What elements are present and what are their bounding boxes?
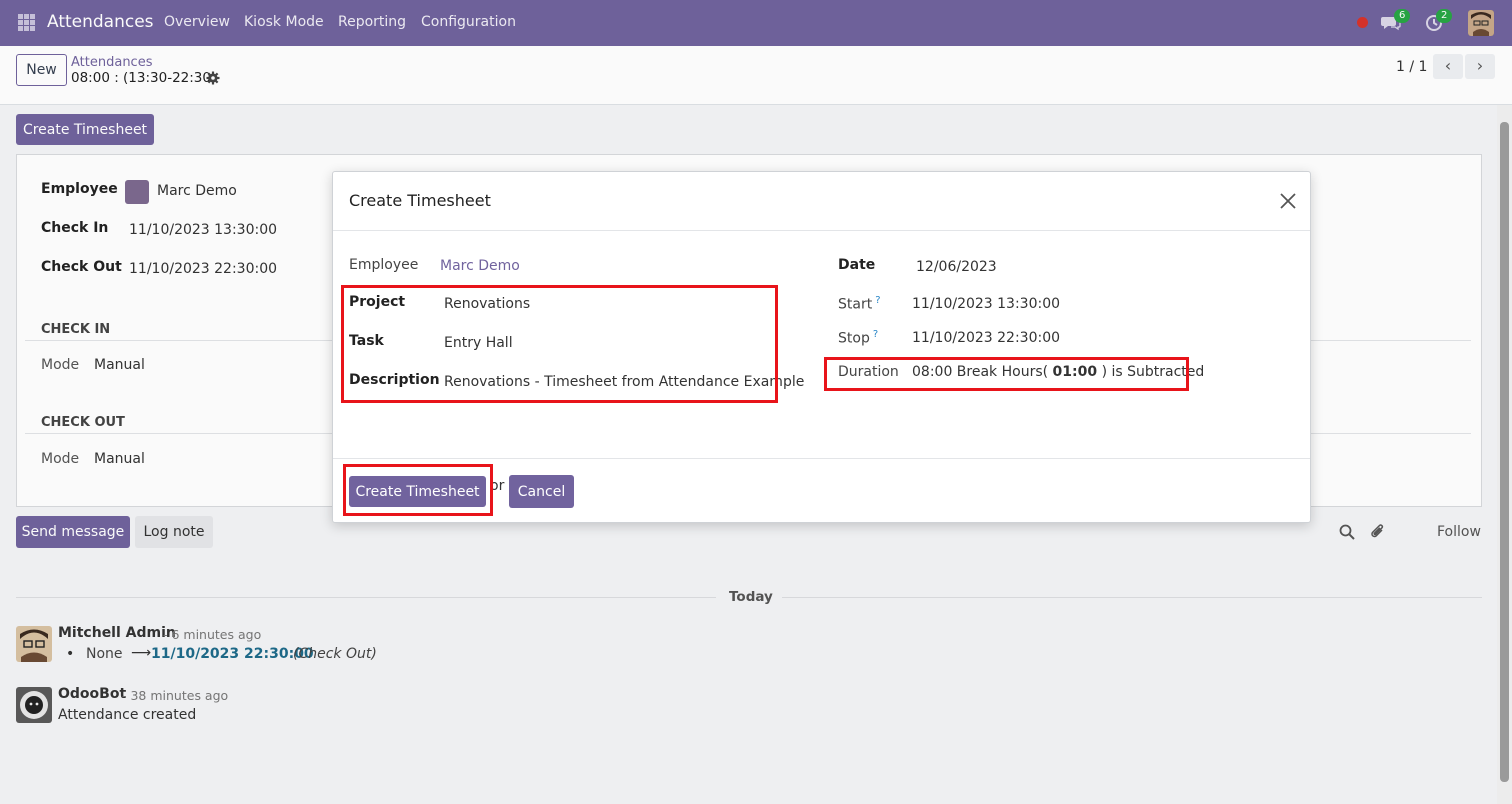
modal-stop-value[interactable]: 11/10/2023 22:30:00 [912,330,1060,346]
cancel-button[interactable]: Cancel [509,475,574,508]
modal-start-value[interactable]: 11/10/2023 13:30:00 [912,296,1060,312]
modal-date-value[interactable]: 12/06/2023 [916,259,997,275]
highlight-project-task-description [341,285,778,403]
modal-date-label: Date [838,257,876,273]
modal-employee-label: Employee [349,257,419,273]
modal-stop-label: Stop? [838,329,879,347]
dialog-header: Create Timesheet [333,172,1310,231]
modal-employee-value[interactable]: Marc Demo [440,258,520,274]
dialog-title: Create Timesheet [349,191,491,210]
highlight-duration [824,357,1189,391]
highlight-create-button [343,464,493,516]
stop-help-icon[interactable]: ? [873,329,878,340]
modal-start-label: Start? [838,295,881,313]
start-help-icon[interactable]: ? [875,295,880,306]
close-icon[interactable] [1279,192,1297,210]
